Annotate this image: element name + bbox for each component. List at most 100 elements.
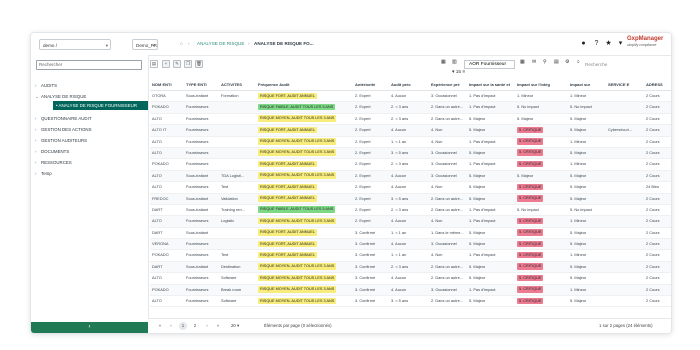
table-row[interactable]: ALTO Fournisseurs Software RISQUE MOYEN, AU…	[150, 296, 671, 308]
delete-icon[interactable]: 🗑	[195, 60, 203, 68]
table-row[interactable]: DART Sous-traitant RISQUE FORT, AUDIT ANNU…	[150, 228, 671, 240]
column-header[interactable]: ACTIVITES	[221, 82, 255, 87]
filter-icon[interactable]: ⚲	[543, 59, 547, 65]
table-cell: 1. Pas d'impact	[469, 206, 496, 212]
table-cell: 5. Majeur	[570, 115, 587, 121]
table-row[interactable]: ALTO Fournisseurs RISQUE MOYEN, AUDIT TOUS…	[150, 147, 671, 160]
column-header[interactable]: ADRESS	[646, 82, 668, 87]
previous-page-icon[interactable]: ‹	[167, 322, 175, 330]
table-row[interactable]: POKADO Fournisseurs RISQUE FORT, AUDIT ANN…	[150, 159, 671, 171]
sidebar-collapse-button[interactable]: ‹	[31, 322, 148, 333]
table-row[interactable]: ALTO Fournisseurs Software RISQUE MOYEN, AU…	[150, 273, 671, 285]
column-header[interactable]: TYPE ENTI	[186, 82, 218, 87]
table-cell: Fournisseurs	[186, 252, 209, 258]
sidebar-search-input[interactable]: Rechercher	[36, 60, 142, 70]
environment-select[interactable]: demo / DEMO_APP_AUDIT_V6▾	[39, 39, 111, 59]
table-cell: Formation	[221, 93, 239, 98]
sidebar-subitem-analyse-risque-fournisseur[interactable]: • ANALYSE DE RISQUE FOURNISSEUR	[53, 101, 148, 110]
table-row[interactable]: ALTO Sous-traitant TDA Logisti... RISQUE MO…	[150, 170, 671, 183]
grid-view-icon[interactable]: ▦	[520, 59, 525, 65]
table-cell: 5. Majeur	[469, 229, 486, 235]
sidebar-item-label: RESSOURCES	[41, 160, 72, 165]
column-header[interactable]: Impact sur la santé et	[469, 82, 514, 87]
page-2-button[interactable]: 2	[191, 322, 199, 330]
star-icon[interactable]: ★	[604, 39, 613, 48]
last-page-icon[interactable]: »	[214, 322, 222, 330]
sidebar-item-audits[interactable]: › AUDITS	[35, 83, 57, 88]
column-header[interactable]: Fréquence Audit	[258, 82, 352, 87]
risk-frequency-badge: RISQUE MOYEN, AUDIT TOUS LES 3 ANS	[258, 138, 337, 145]
table-cell: 2 Cours	[646, 127, 660, 133]
sidebar-item-gestion-auditeurs[interactable]: › GESTION AUDITEURS	[35, 138, 87, 143]
table-row[interactable]: POKADO Fournisseurs Test RISQUE FORT, AUDIT…	[150, 250, 671, 262]
pagination-summary: 1 sur 2 pages (24 éléments)	[599, 323, 653, 328]
sidebar-item-documents[interactable]: › DOCUMENTS	[35, 149, 69, 154]
risk-frequency-badge: RISQUE MOYEN, AUDIT TOUS LES 3 ANS	[258, 149, 337, 156]
table-row[interactable]: DART Sous-traitant Destination RISQUE MOYEN…	[150, 261, 671, 274]
critical-badge: 5. CRITIQUE	[517, 263, 544, 270]
table-row[interactable]: ALTO Fournisseurs RISQUE MOYEN, AUDIT TOUS…	[150, 137, 671, 148]
table-cell: ALTO	[152, 184, 162, 190]
sidebar-item-questionnaire-audit[interactable]: › QUESTIONNAIRE AUDIT	[35, 116, 92, 121]
table-cell: Sous-traitant	[186, 195, 209, 201]
logo-title: GxpManager	[627, 36, 664, 42]
home-icon[interactable]: ⌂	[180, 41, 183, 46]
export-icon[interactable]: ▦	[441, 59, 446, 65]
table-cell: 3. Confirmé	[355, 275, 376, 281]
github-icon[interactable]: ●	[579, 39, 588, 48]
column-header[interactable]: SERVICE E	[608, 82, 643, 87]
fournisseur-select[interactable]: AOR Fournisseur	[464, 60, 515, 69]
table-cell: 5. Majeur	[469, 115, 486, 121]
columns-icon[interactable]: ▤	[554, 59, 559, 65]
sidebar-item-label: QUESTIONNAIRE AUDIT	[41, 116, 92, 121]
column-header[interactable]: Expérience pré	[431, 82, 466, 87]
sidebar-item-ressources[interactable]: › RESSOURCES	[35, 160, 72, 165]
per-page-select[interactable]: 20 ▾	[231, 323, 239, 329]
table-cell: Fournisseurs	[186, 115, 209, 121]
column-header[interactable]: Audit préc	[391, 82, 428, 87]
edit-icon[interactable]: ✎	[173, 60, 181, 68]
table-row[interactable]: FREDOC Sous-traitant Validation RISQUE FORT…	[150, 193, 671, 205]
language-select[interactable]: Demo_FR ▾	[132, 39, 158, 50]
table-row[interactable]: VERONA Fournisseurs RISQUE FORT, AUDIT ANN…	[150, 239, 671, 251]
column-header[interactable]: Impact sur l'intég	[517, 82, 567, 87]
table-row[interactable]: POKADO Fournisseurs Break room RISQUE MOYEN…	[150, 284, 671, 297]
first-page-icon[interactable]: «	[156, 322, 164, 330]
duplicate-icon[interactable]: ❐	[184, 60, 192, 68]
table-cell: 1. Pas d'impact	[469, 93, 496, 98]
column-header[interactable]: Antériorité	[355, 82, 388, 87]
table-row[interactable]: DART Sous-traitant Training ren... RISQUE F…	[150, 205, 671, 217]
column-header[interactable]: Impact sur	[570, 82, 605, 87]
table-row[interactable]: ALTO Fournisseurs RISQUE MOYEN, AUDIT TOUS…	[150, 114, 671, 126]
page-1-button[interactable]: 1	[179, 322, 187, 330]
table-row[interactable]: POKADO Fournisseurs RISQUE FAIBLE, AUDIT T…	[150, 102, 671, 114]
help-icon[interactable]: ?	[592, 39, 601, 48]
user-menu-icon[interactable]: ▾	[616, 39, 625, 48]
table-row[interactable]: OTORA Sous-traitant Formation RISQUE FORT, …	[150, 91, 671, 103]
chart-icon[interactable]: ▥	[452, 59, 457, 65]
table-cell: Fournisseurs	[186, 138, 209, 144]
table-cell: 5. No impact	[517, 104, 539, 110]
table-row[interactable]: ALTO Fournisseurs Logistic RISQUE MOYEN, AU…	[150, 216, 671, 228]
column-header[interactable]: NOM ENTI	[152, 82, 183, 87]
table-cell: 1. Pas d'impact	[469, 286, 496, 292]
next-page-icon[interactable]: ›	[203, 322, 211, 330]
table-cell: 2 Cours	[646, 206, 660, 212]
table-cell: Fournisseurs	[186, 218, 209, 224]
sidebar-item-temp[interactable]: › Temp	[35, 171, 52, 176]
table-cell: POKADO	[152, 104, 169, 110]
notification-icon[interactable]: ✉	[532, 59, 536, 65]
add-icon[interactable]: +	[162, 60, 170, 68]
sidebar-item-analyse-de-risque[interactable]: ⌄ ANALYSE DE RISQUE	[35, 94, 86, 100]
settings-icon[interactable]: ⚙	[565, 59, 569, 65]
grid-search-input[interactable]: Recherche	[585, 60, 665, 69]
table-row[interactable]: ALTO Fournisseurs Test RISQUE FORT, AUDIT A…	[150, 182, 671, 194]
sidebar-item-gestion-des-actions[interactable]: › GESTION DES ACTIONS	[35, 127, 92, 132]
table-cell: 2. Expert	[355, 115, 371, 121]
layout-icon[interactable]: ▤	[150, 60, 158, 68]
risk-frequency-badge: RISQUE FORT, AUDIT ANNUEL	[258, 126, 317, 134]
page-size-select[interactable]: ▾ 15 ≡	[452, 70, 465, 75]
table-row[interactable]: ALTO IT Fournisseurs RISQUE FORT, AUDIT AN…	[150, 125, 671, 137]
breadcrumb-section[interactable]: ANALYSE DE RISQUE	[197, 41, 244, 46]
table-cell: 1. < 1 an	[391, 229, 407, 235]
